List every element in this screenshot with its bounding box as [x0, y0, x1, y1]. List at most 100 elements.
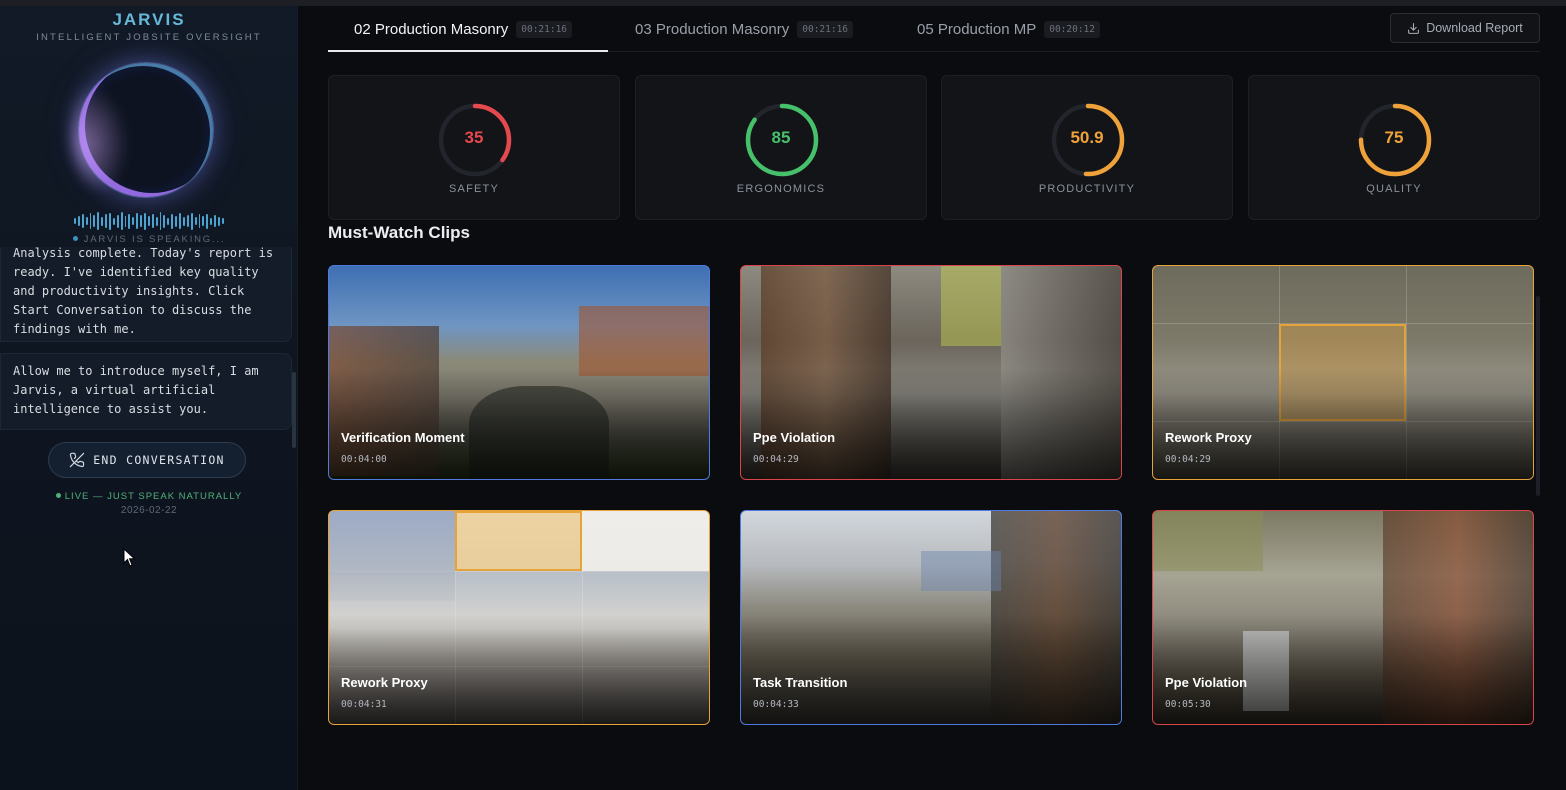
clip-title: Ppe Violation: [753, 430, 836, 445]
waveform-bar: [159, 212, 162, 230]
waveform-bar: [163, 214, 166, 228]
clip-card[interactable]: Ppe Violation 00:04:29: [740, 265, 1122, 480]
clip-timestamp: 00:04:00: [341, 454, 387, 465]
clip-card[interactable]: Rework Proxy 00:04:29: [1152, 265, 1534, 480]
metric-value: 85: [771, 128, 791, 147]
waveform-bar: [214, 215, 216, 227]
message-bubble: Allow me to introduce myself, I am Jarvi…: [0, 353, 292, 430]
waveform-bar: [182, 216, 185, 226]
metric-value: 50.9: [1070, 128, 1104, 147]
metric-card-ergonomics: 85 ERGONOMICS: [635, 75, 927, 220]
waveform-bar: [151, 214, 154, 228]
clip-card[interactable]: Task Transition 00:04:33: [740, 510, 1122, 725]
waveform-bar: [144, 212, 146, 230]
main-scrollbar[interactable]: [1536, 296, 1540, 496]
session-date: 2026-02-22: [120, 505, 178, 516]
clip-title: Task Transition: [753, 675, 848, 690]
active-tab-indicator: [328, 50, 608, 52]
video-tabs: 02 Production Masonry 00:21:16 03 Produc…: [328, 6, 1540, 52]
waveform-bar: [136, 213, 139, 229]
speaking-dot-icon: [72, 236, 78, 241]
waveform-bar: [74, 218, 76, 224]
waveform-bar: [217, 216, 220, 226]
tab-label: 02 Production Masonry: [354, 20, 509, 38]
speaking-status: JARVIS IS SPEAKING...: [0, 234, 297, 245]
waveform-bar: [202, 216, 205, 226]
message-bubble: Analysis complete. Today's report is rea…: [0, 247, 292, 342]
clip-title: Rework Proxy: [1165, 430, 1252, 445]
tab-label: 03 Production Masonry: [635, 20, 790, 38]
live-status: LIVE — JUST SPEAK NATURALLY: [0, 491, 297, 502]
end-conversation-label: END CONVERSATION: [93, 453, 225, 467]
tab-03-production-masonry[interactable]: 03 Production Masonry 00:21:16: [635, 6, 854, 52]
clip-title: Rework Proxy: [341, 675, 428, 690]
metric-card-safety: 35 SAFETY: [328, 75, 620, 220]
tab-duration: 00:21:16: [516, 20, 573, 38]
waveform-bar: [124, 215, 127, 227]
end-conversation-button[interactable]: END CONVERSATION: [48, 442, 246, 478]
download-report-button[interactable]: Download Report: [1390, 13, 1540, 43]
waveform-bar: [155, 216, 158, 226]
waveform-bar: [77, 216, 80, 226]
download-icon: [1408, 22, 1420, 34]
waveform-bar: [112, 217, 115, 225]
metric-value: 75: [1384, 128, 1404, 147]
waveform-bar: [206, 213, 209, 229]
clip-title: Ppe Violation: [1165, 675, 1248, 690]
metric-label: ERGONOMICS: [736, 183, 826, 195]
waveform-bar: [167, 217, 170, 225]
waveform-bar: [132, 217, 135, 225]
waveform-bar: [175, 215, 178, 227]
clip-timestamp: 00:04:29: [1165, 454, 1211, 465]
tab-duration: 00:21:16: [797, 20, 854, 38]
waveform-bar: [120, 212, 123, 230]
message-list: Analysis complete. Today's report is rea…: [0, 247, 292, 435]
tab-02-production-masonry[interactable]: 02 Production Masonry 00:21:16: [354, 6, 573, 52]
waveform-bar: [93, 215, 96, 227]
metric-card-productivity: 50.9 PRODUCTIVITY: [941, 75, 1233, 220]
clip-card[interactable]: Verification Moment 00:04:00: [328, 265, 710, 480]
waveform-bar: [194, 217, 197, 225]
brand-tagline: INTELLIGENT JOBSITE OVERSIGHT: [36, 32, 262, 43]
tab-label: 05 Production MP: [917, 20, 1037, 38]
metric-label: QUALITY: [1366, 183, 1422, 195]
tab-05-production-mp[interactable]: 05 Production MP 00:20:12: [917, 6, 1100, 52]
waveform-bar: [128, 213, 131, 229]
download-report-label: Download Report: [1426, 21, 1523, 35]
waveform-bar: [190, 212, 193, 230]
section-title: Must-Watch Clips: [328, 223, 470, 242]
metric-label: PRODUCTIVITY: [1038, 183, 1136, 195]
waveform-bar: [101, 216, 104, 226]
clip-card[interactable]: Ppe Violation 00:05:30: [1152, 510, 1534, 725]
voice-orb: [72, 58, 220, 204]
clip-card[interactable]: Rework Proxy 00:04:31: [328, 510, 710, 725]
waveform-bar: [140, 215, 143, 227]
clip-title: Verification Moment: [341, 430, 465, 445]
waveform-bar: [89, 213, 92, 229]
clip-timestamp: 00:04:31: [341, 699, 387, 710]
waveform-bar: [186, 215, 189, 227]
live-dot-icon: [55, 493, 61, 498]
waveform-bar: [210, 217, 213, 225]
message-scrollbar[interactable]: [292, 372, 296, 448]
clip-timestamp: 00:05:30: [1165, 699, 1211, 710]
speaking-status-text: JARVIS IS SPEAKING...: [83, 234, 226, 245]
waveform-bar: [116, 214, 119, 228]
waveform-bar: [179, 213, 181, 229]
tab-duration: 00:20:12: [1044, 20, 1100, 38]
waveform-bar: [85, 217, 88, 225]
clip-timestamp: 00:04:29: [753, 454, 799, 465]
waveform-bar: [81, 214, 84, 228]
metric-label: SAFETY: [449, 183, 499, 195]
waveform-bar: [97, 212, 100, 230]
mouse-pointer-icon: [123, 548, 136, 567]
brand-title: JARVIS: [112, 10, 186, 29]
waveform-bar: [147, 216, 150, 226]
metric-card-quality: 75 QUALITY: [1248, 75, 1540, 220]
orb-glow: [72, 78, 132, 188]
metric-value: 35: [464, 128, 484, 147]
waveform-bar: [171, 213, 174, 229]
waveform-bar: [198, 214, 201, 228]
waveform-bar: [105, 214, 108, 228]
clip-timestamp: 00:04:33: [753, 699, 799, 710]
